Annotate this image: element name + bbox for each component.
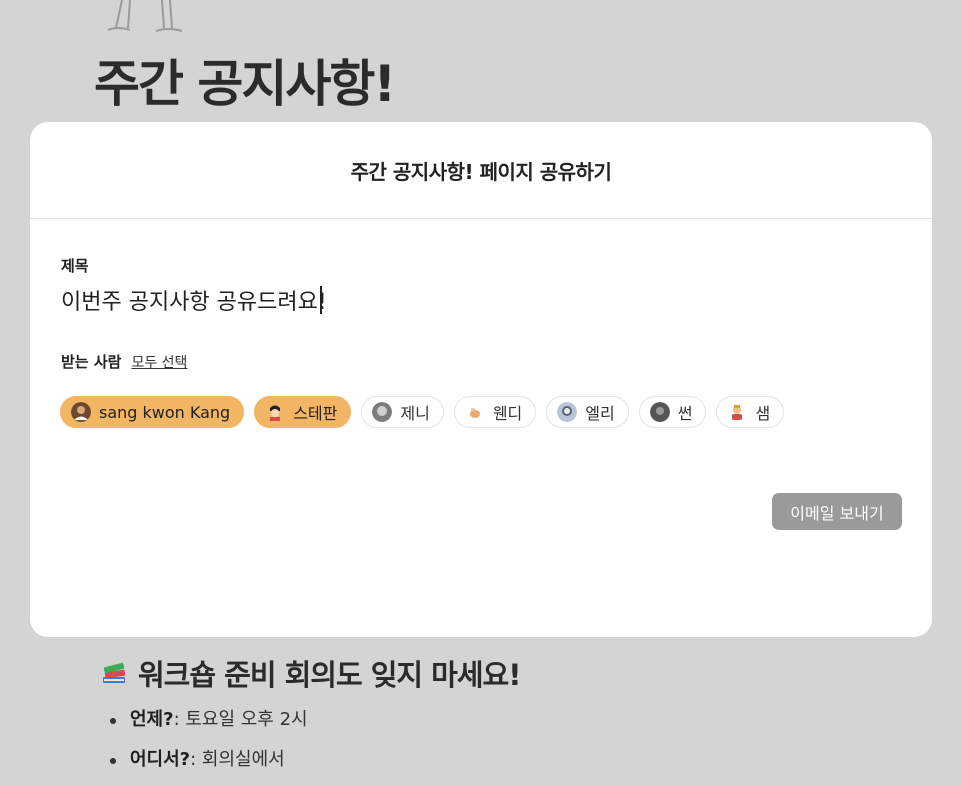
recipient-name: sang kwon Kang: [99, 402, 231, 422]
section-title-text: 워크숍 준비 회의도 잊지 마세요!: [138, 658, 521, 692]
list-item-value: : 토요일 오후 2시: [173, 709, 308, 730]
recipient-name: 웬디: [492, 404, 523, 423]
person-avatar-icon: [372, 402, 393, 422]
share-page-dialog: 주간 공지사항! 페이지 공유하기 제목 받는 사람 모두 선택 sang kw…: [30, 122, 932, 637]
recipient-chip[interactable]: 썬: [638, 396, 707, 428]
recipient-name: 스테판: [293, 404, 338, 423]
recipient-chip[interactable]: sang kwon Kang: [60, 396, 245, 428]
person-avatar-icon: [557, 402, 578, 422]
cartoon-avatar-icon: [727, 402, 748, 422]
list-item: 어디서?: 회의실에서: [108, 746, 308, 786]
list-item-label: 언제?: [130, 709, 174, 730]
recipient-chip[interactable]: 웬디: [453, 396, 537, 428]
recipient-name: 엘리: [585, 404, 615, 423]
subject-label: 제목: [61, 257, 89, 275]
select-all-link[interactable]: 모두 선택: [131, 352, 187, 372]
recipients-header: 받는 사람 모두 선택: [61, 351, 187, 372]
detail-list: 언제?: 토요일 오후 2시 어디서?: 회의실에서: [108, 706, 308, 786]
recipient-chip[interactable]: 스테판: [254, 396, 352, 428]
recipient-name: 샘: [755, 404, 771, 423]
recipient-name: 제니: [400, 404, 430, 423]
recipient-name: 썬: [677, 404, 693, 423]
text-caret: [320, 286, 322, 314]
list-item: 언제?: 토요일 오후 2시: [108, 706, 308, 746]
section-title: 워크숍 준비 회의도 잊지 마세요!: [100, 652, 521, 694]
recipients-label: 받는 사람: [61, 353, 122, 371]
recipient-chips: sang kwon Kang 스테판 제니 웬디 엘리 썬 샘: [60, 396, 785, 428]
person-avatar-icon: [71, 402, 91, 422]
illustration-legs: [107, 0, 183, 32]
send-email-button[interactable]: 이메일 보내기: [772, 493, 902, 530]
recipient-chip[interactable]: 샘: [716, 396, 785, 428]
dialog-title: 주간 공지사항! 페이지 공유하기: [350, 159, 612, 184]
dialog-header: 주간 공지사항! 페이지 공유하기: [30, 122, 932, 219]
subject-input[interactable]: [61, 280, 881, 320]
recipient-chip[interactable]: 제니: [361, 396, 444, 428]
recipient-chip[interactable]: 엘리: [546, 396, 629, 428]
animal-avatar-icon: [464, 402, 485, 422]
books-icon: [103, 662, 126, 683]
person-avatar-icon: [649, 402, 670, 422]
cartoon-avatar-icon: [265, 402, 286, 422]
page-title: 주간 공지사항!: [94, 55, 396, 113]
